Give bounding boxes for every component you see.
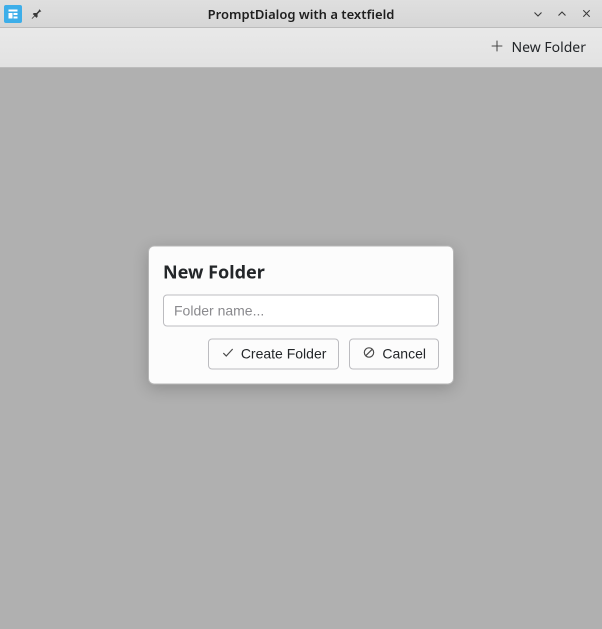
app-icon [4,5,22,23]
maximize-button[interactable] [554,6,570,22]
titlebar-left-group [0,5,44,23]
check-icon [221,345,235,362]
create-folder-button-label: Create Folder [241,346,327,362]
window-titlebar: PromptDialog with a textfield [0,0,602,28]
dialog-button-row: Create Folder Cancel [163,338,439,369]
toolbar: New Folder [0,28,602,68]
prompt-dialog: New Folder Create Folder Cancel [148,245,454,384]
window-title: PromptDialog with a textfield [208,5,395,23]
pin-icon[interactable] [28,6,44,22]
folder-name-input[interactable] [163,294,439,326]
minimize-button[interactable] [530,6,546,22]
close-button[interactable] [578,6,594,22]
cancel-button[interactable]: Cancel [349,338,439,369]
cancel-button-label: Cancel [382,346,426,362]
create-folder-button[interactable]: Create Folder [208,338,340,369]
titlebar-controls [530,6,602,22]
dialog-title: New Folder [163,260,439,284]
new-folder-action-label: New Folder [511,38,586,57]
plus-icon [489,38,505,57]
new-folder-action[interactable]: New Folder [483,34,592,61]
cancel-icon [362,345,376,362]
